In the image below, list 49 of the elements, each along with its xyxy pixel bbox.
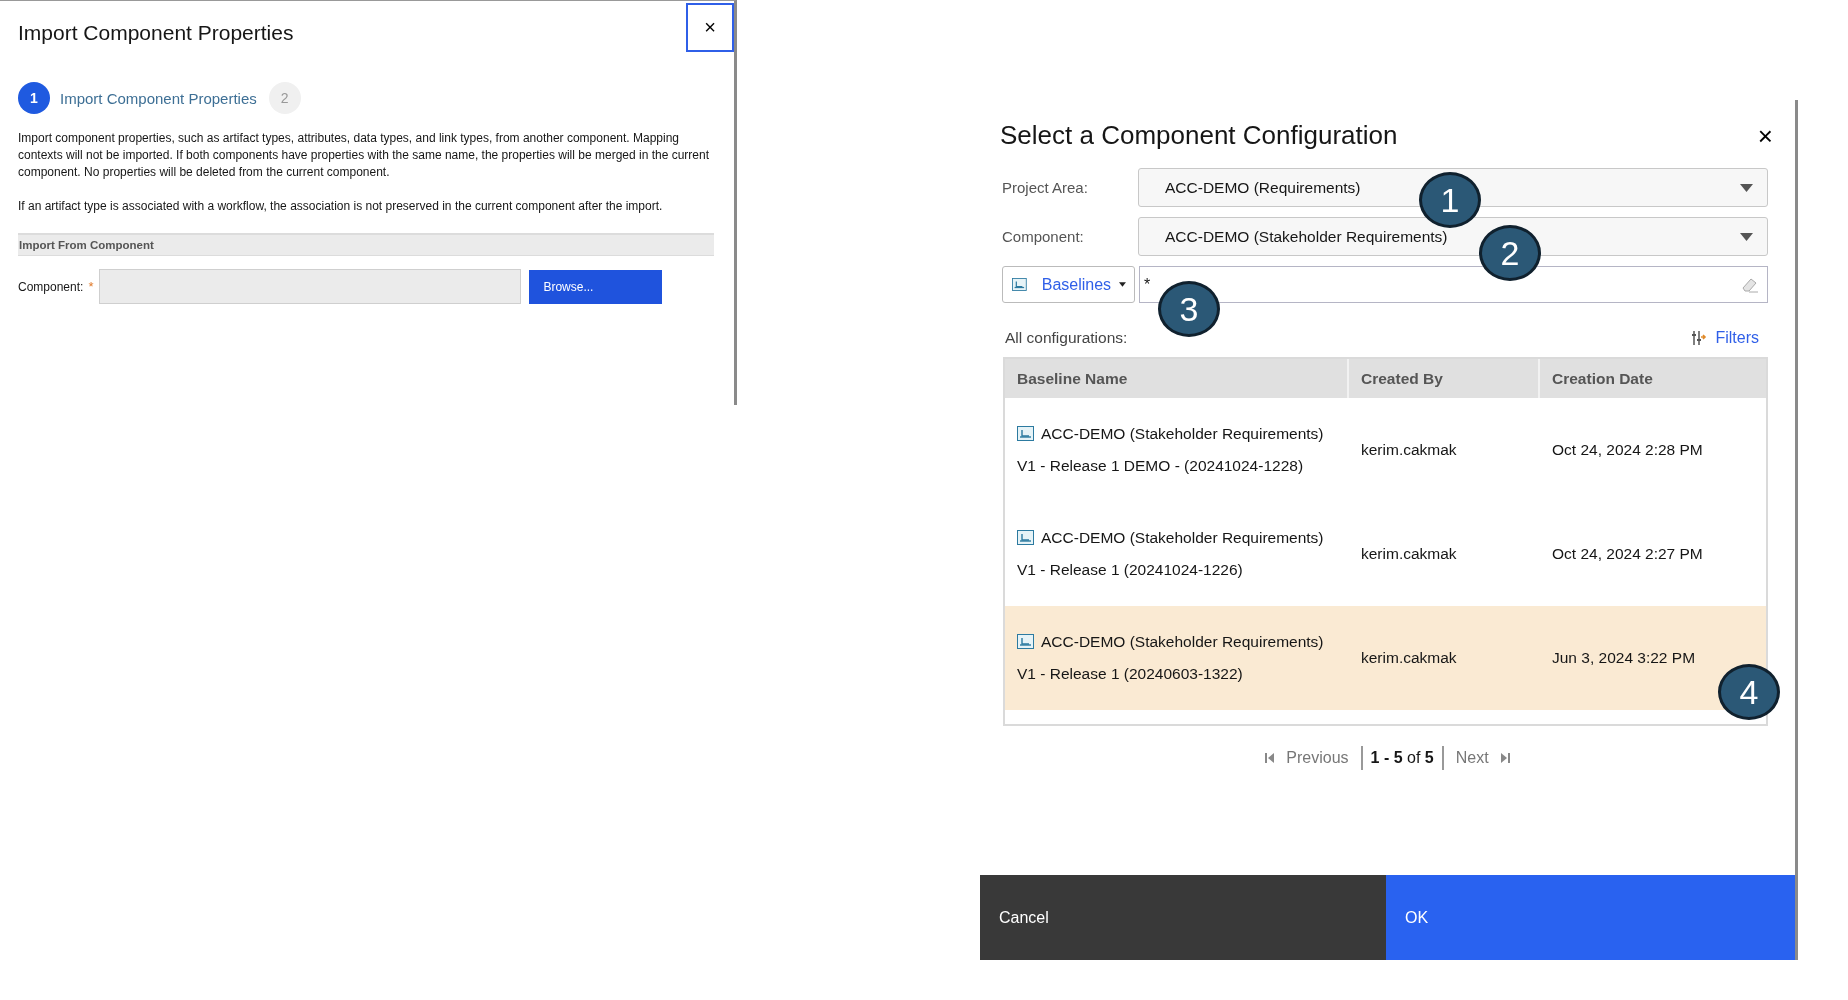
filter-sliders-icon <box>1691 330 1708 346</box>
baseline-name-cell-text: ACC-DEMO (Stakeholder Requirements) V1 - Release 1 DEMO - (20241024-1228) <box>1016 424 1325 476</box>
baseline-icon <box>1017 426 1034 441</box>
step-label: Import Component Properties <box>60 89 257 107</box>
step-number[interactable]: 1 <box>18 82 50 114</box>
list-label: All configurations: <box>1005 329 1128 347</box>
page-range: 1 - 5 of 5 <box>1360 746 1444 770</box>
last-page-icon <box>1500 753 1510 763</box>
table-cell-text: Jun 3, 2024 3:22 PM <box>1551 648 1697 668</box>
callout-badge: 3 <box>1158 281 1220 337</box>
baseline-icon <box>1012 277 1027 292</box>
cancel-button[interactable]: Cancel <box>980 875 1386 960</box>
baseline-icon <box>1017 634 1034 649</box>
column-header[interactable]: Baseline Name <box>1005 359 1349 398</box>
dialog-title: Select a Component Configuration <box>1000 120 1398 151</box>
close-button[interactable]: × <box>686 3 734 52</box>
ok-button[interactable]: OK <box>1386 875 1795 960</box>
callout-badge: 4 <box>1718 664 1780 720</box>
table-row[interactable]: ACC-DEMO (Stakeholder Requirements) V1 - Release 1 DEMO - (20241024-1228) kerim.cakmak Oct 24, 2024 2:28 PM <box>1005 398 1766 502</box>
baseline-name-cell-text: ACC-DEMO (Stakeholder Requirements) V1 - Release 1 (20240603-1322) <box>1016 632 1325 684</box>
column-header[interactable]: Creation Date <box>1540 359 1766 398</box>
description-text: If an artifact type is associated with a workflow, the association is not preserved in the current component after the import. <box>18 198 664 215</box>
first-page-icon <box>1265 753 1275 763</box>
field-label: Project Area: <box>1002 179 1089 196</box>
table-cell-text: Oct 24, 2024 2:28 PM <box>1551 440 1704 460</box>
table-cell-text: kerim.cakmak <box>1360 440 1458 460</box>
table-cell-text: kerim.cakmak <box>1360 648 1458 668</box>
section-header: Import From Component <box>18 233 714 256</box>
description-text: Import component properties, such as artifact types, attributes, data types, and link types, from another component. Mapping contexts will not be imported. If both components have properties with the same name, the properties will be merged in the current component. No properties will be deleted from the current component. <box>18 130 711 181</box>
baseline-name-cell-text: ACC-DEMO (Stakeholder Requirements) V1 - Release 1 (20241024-1226) <box>1016 528 1325 580</box>
table-cell-text: kerim.cakmak <box>1360 544 1458 564</box>
callout-badge: 2 <box>1479 225 1541 281</box>
browse-button[interactable]: Browse... <box>529 269 663 304</box>
column-header[interactable]: Created By <box>1349 359 1540 398</box>
table-cell-text: Oct 24, 2024 2:27 PM <box>1551 544 1704 564</box>
eraser-icon <box>1741 276 1759 293</box>
caret-icon <box>1119 282 1126 287</box>
filters-link[interactable]: Filters <box>1691 329 1759 347</box>
component-field[interactable] <box>99 269 522 304</box>
field-label: Component: <box>18 279 84 294</box>
caret-icon <box>1740 232 1753 241</box>
dialog-title: Import Component Properties <box>18 21 294 45</box>
baseline-icon <box>1017 530 1034 545</box>
caret-icon <box>1740 183 1753 192</box>
baselines-menu-button[interactable]: Baselines <box>1002 266 1135 303</box>
required-mark: * <box>88 279 94 294</box>
field-label: Component: <box>1002 228 1085 245</box>
close-button[interactable]: × <box>1757 122 1773 149</box>
table-row[interactable]: ACC-DEMO (Stakeholder Requirements) V1 - Release 1 (20241024-1226) kerim.cakmak Oct 24, 2024 2:27 PM <box>1005 502 1766 606</box>
